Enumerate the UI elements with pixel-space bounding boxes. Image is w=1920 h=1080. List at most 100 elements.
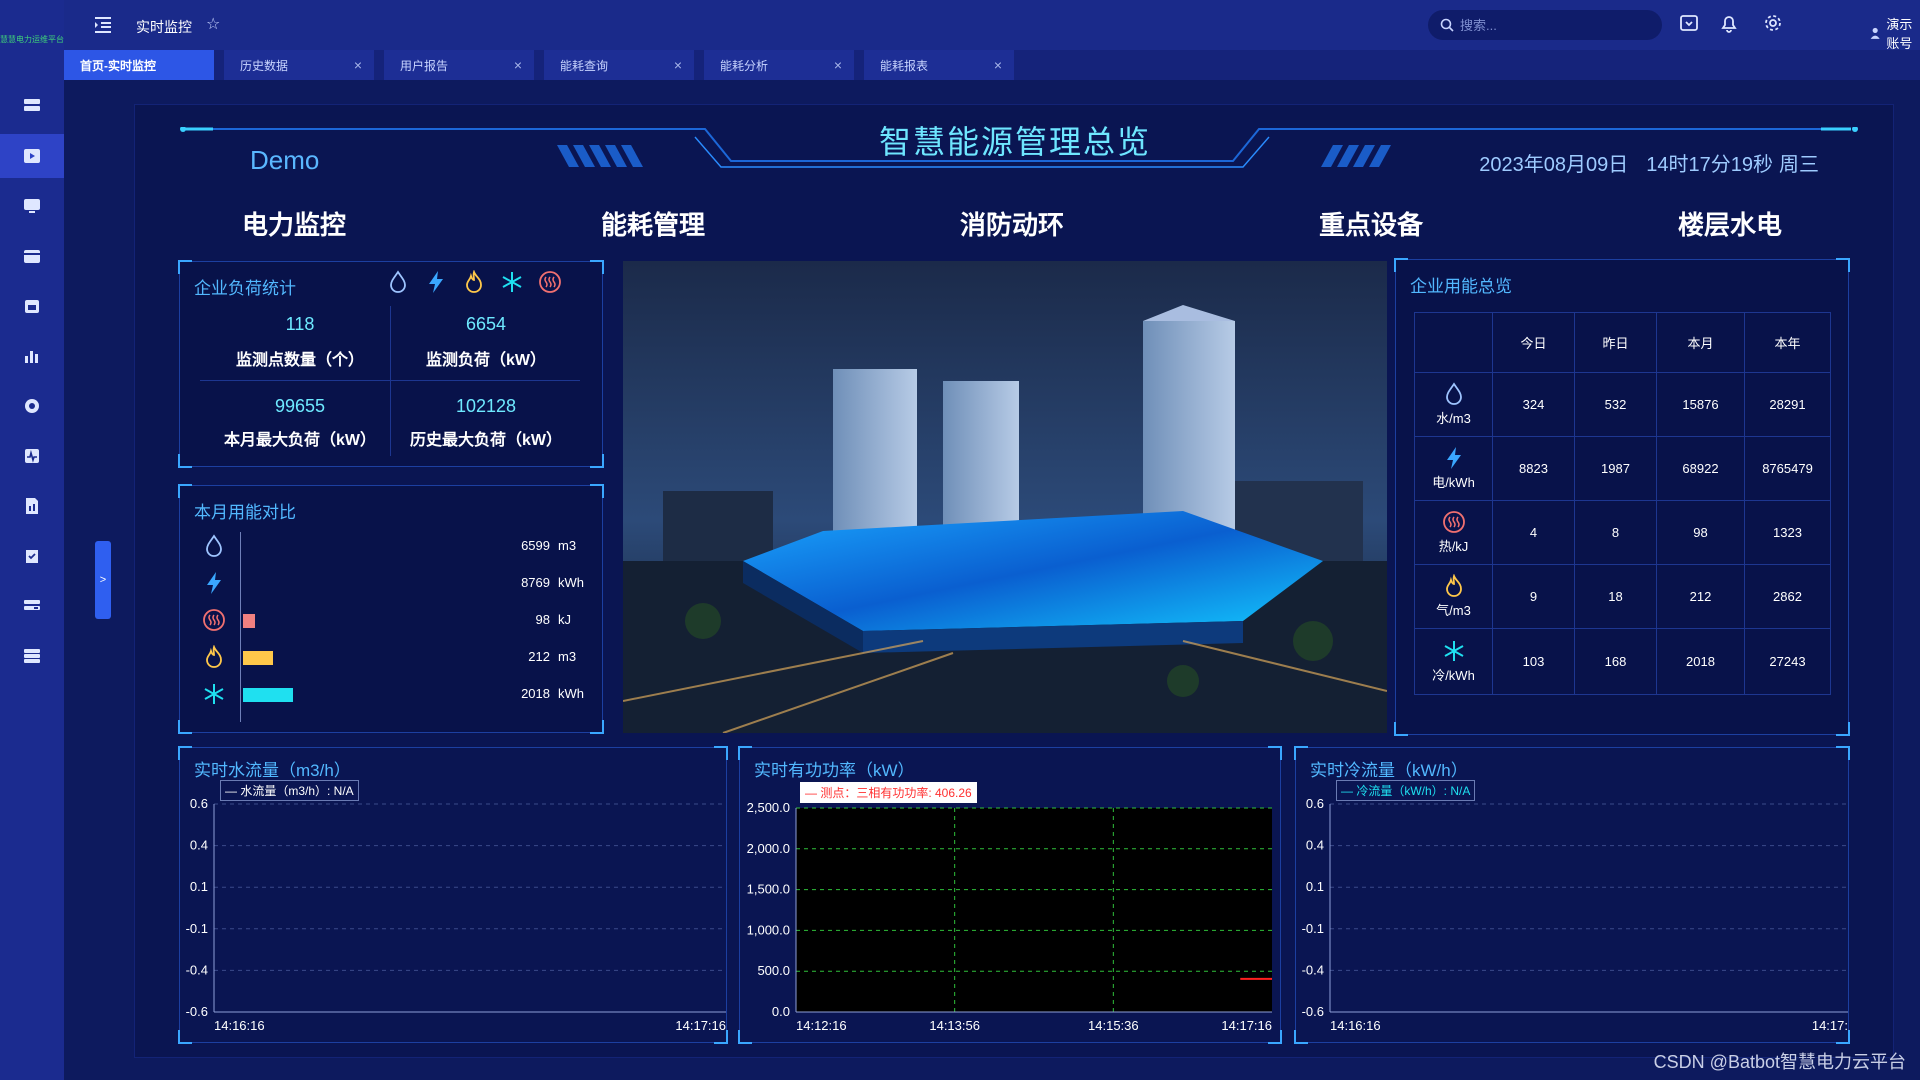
sidebar-item-records[interactable] (0, 234, 64, 278)
row-kind: 热/kJ (1414, 500, 1493, 565)
table-row: 气/m3 9 18 212 2862 (1414, 564, 1831, 629)
table-cell: 28291 (1744, 372, 1831, 437)
compare-row-electric: 8769 kWh (202, 569, 602, 597)
date-text: 2023年08月09日 (1479, 154, 1629, 176)
chart-title: 实时有功功率（kW） (754, 761, 915, 780)
time-text: 14时17分19秒 (1646, 154, 1773, 176)
compare-row-cold: 2018 kWh (202, 680, 602, 708)
y-tick-label: 0.6 (1306, 796, 1324, 811)
stat-value: 99655 (274, 396, 326, 416)
sidebar-item-alarm[interactable] (0, 534, 64, 578)
gas-icon (202, 644, 226, 669)
stat-label: 监测负荷（kW） (425, 352, 546, 369)
close-icon[interactable]: × (514, 57, 522, 73)
table-cell: 15876 (1656, 372, 1745, 437)
row-kind: 水/m3 (1414, 372, 1493, 437)
tab-energy-analysis[interactable]: 能耗分析 × (704, 50, 854, 80)
gas-icon (462, 269, 486, 299)
compare-row-gas: 212 m3 (202, 643, 602, 671)
star-icon[interactable]: ☆ (206, 14, 220, 34)
page-title: 实时监控 (136, 19, 192, 35)
bell-icon[interactable] (1718, 12, 1742, 36)
pulse-icon (25, 449, 39, 463)
table-header-kind (1414, 312, 1493, 373)
table-cell: 27243 (1744, 628, 1831, 695)
user-name: 演示账号 (1886, 17, 1913, 51)
list-icon (24, 649, 40, 663)
water-flow-chart-panel: 0.6 0.4 0.1 -0.1 -0.4 -0.6 14:16:16 14:17:16 实时… (178, 746, 728, 1044)
sidebar-item-devices[interactable] (0, 584, 64, 628)
user-menu[interactable]: 演示账号 (1870, 14, 1920, 52)
nav-floor-utilities[interactable]: 楼层水电 (1678, 205, 1782, 242)
tab-realtime-monitor[interactable]: 首页-实时监控 (64, 50, 214, 80)
tab-user-report[interactable]: 用户报告 × (384, 50, 534, 80)
sidebar-item-waveform[interactable] (0, 434, 64, 478)
table-row: 冷/kWh 103 168 2018 27243 (1414, 628, 1831, 695)
cold-icon (202, 682, 226, 706)
monthly-compare-panel: 本月用能对比 6599 m3 8769 kWh 98 kJ 212 m3 201… (178, 484, 604, 734)
y-tick-label: -0.4 (186, 962, 208, 977)
nav-energy-management[interactable]: 能耗管理 (601, 205, 705, 242)
y-tick-label: -0.1 (186, 921, 208, 936)
table-cell: 103 (1492, 628, 1575, 695)
x-tick-label: 14:13:56 (929, 1018, 980, 1033)
close-icon[interactable]: × (834, 57, 842, 73)
sidebar-item-servers[interactable] (0, 84, 64, 128)
compare-unit: m3 (558, 649, 577, 664)
search-box[interactable] (1428, 10, 1662, 40)
y-tick-label: 2,000.0 (747, 841, 790, 856)
menu-fold-icon[interactable] (92, 14, 114, 36)
nav-power-monitor[interactable]: 电力监控 (242, 205, 346, 242)
tab-label: 能耗查询 (560, 58, 609, 73)
sidebar-item-report[interactable] (0, 484, 64, 528)
tab-energy-report[interactable]: 能耗报表 × (864, 50, 1014, 80)
cold-icon (500, 270, 524, 299)
compare-value: 212 (528, 649, 550, 664)
screen-icon[interactable] (1678, 12, 1702, 36)
close-icon[interactable]: × (354, 57, 362, 73)
energy-overview-table: 今日 昨日 本月 本年 水/m3 324 532 15876 28291 电/k… (1414, 312, 1831, 695)
close-icon[interactable]: × (994, 57, 1002, 73)
table-cell: 4 (1492, 500, 1575, 565)
sidebar-collapse-handle[interactable]: > (95, 541, 111, 619)
y-tick-label: 1,000.0 (747, 922, 790, 937)
x-tick-label: 14:17:16 (675, 1018, 726, 1033)
sidebar-item-settings-list[interactable] (0, 634, 64, 678)
electric-icon (202, 571, 226, 595)
row-kind-label: 水/m3 (1436, 411, 1471, 426)
table-cell: 9 (1492, 564, 1575, 629)
gear-icon[interactable] (1762, 12, 1786, 36)
chart-legend: — 冷流量（kW/h）: N/A (1336, 780, 1476, 801)
clipboard-icon (26, 550, 38, 563)
heat-icon (202, 608, 226, 632)
x-tick-label: 14:15:36 (1088, 1018, 1139, 1033)
row-kind-label: 冷/kWh (1432, 668, 1475, 683)
y-tick-label: 0.4 (190, 838, 208, 853)
close-icon[interactable]: × (674, 57, 682, 73)
nav-fire-environment[interactable]: 消防动环 (960, 205, 1064, 242)
tab-history-data[interactable]: 历史数据 × (224, 50, 374, 80)
sidebar-item-monitor[interactable] (0, 184, 64, 228)
chart-title: 实时冷流量（kW/h） (1310, 761, 1468, 780)
y-tick-label: 2,500.0 (747, 800, 790, 815)
folder-icon (24, 250, 40, 263)
tab-energy-query[interactable]: 能耗查询 × (544, 50, 694, 80)
avatar (1870, 27, 1880, 39)
y-tick-label: 0.0 (772, 1004, 790, 1019)
table-cell: 168 (1574, 628, 1657, 695)
compare-row-heat: 98 kJ (202, 606, 602, 634)
row-kind: 冷/kWh (1414, 628, 1493, 695)
tab-label: 用户报告 (400, 58, 449, 73)
sidebar-item-realtime[interactable] (0, 134, 64, 178)
chart-title: 实时水流量（m3/h） (194, 761, 351, 780)
sidebar-item-calendar[interactable] (0, 284, 64, 328)
sidebar-item-network[interactable] (0, 384, 64, 428)
compare-bar (243, 614, 255, 628)
sidebar-item-statistics[interactable] (0, 334, 64, 378)
search-input[interactable] (1460, 17, 1650, 33)
monitor-icon (24, 199, 40, 213)
brand-logo-text: 慧慧电力运维平台 (0, 35, 64, 44)
nav-key-equipment[interactable]: 重点设备 (1319, 205, 1423, 242)
stat-value: 6654 (465, 314, 507, 334)
stat-label: 历史最大负荷（kW） (409, 432, 562, 449)
